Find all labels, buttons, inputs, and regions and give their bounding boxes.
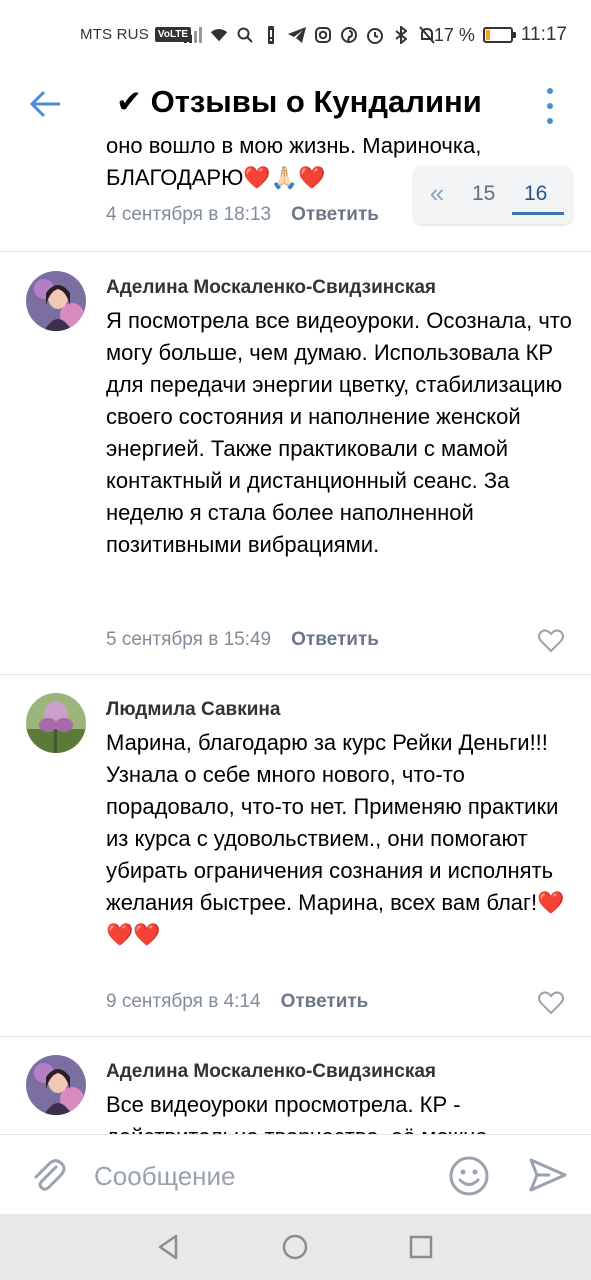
avatar[interactable]: [26, 1055, 86, 1115]
comment-author[interactable]: Аделина Москаленко-Свидзинская: [106, 277, 436, 299]
comment-meta: 9 сентября в 4:14 Ответить: [106, 991, 368, 1013]
more-dot: [547, 103, 553, 109]
nav-back-button[interactable]: [154, 1232, 184, 1262]
smile-icon: [449, 1156, 489, 1196]
pager-active-indicator: [512, 212, 564, 215]
comments-feed[interactable]: оно вошло в мою жизнь. Мариночка, БЛАГОД…: [0, 138, 591, 1134]
pager-page-15[interactable]: 15: [472, 182, 495, 206]
alert-icon: [262, 24, 280, 46]
like-button[interactable]: [538, 991, 564, 1015]
comment-text: Марина, благодарю за курс Рейки Деньги!!…: [106, 730, 565, 947]
nav-recent-icon: [409, 1235, 433, 1259]
comment-meta: 4 сентября в 18:13 Ответить: [106, 204, 379, 226]
pinterest-icon: [340, 24, 358, 46]
pager-prev-button[interactable]: «: [422, 180, 452, 208]
battery-level: [485, 30, 490, 40]
page-switcher: « 15 16: [414, 166, 572, 224]
battery-icon: [482, 27, 516, 43]
comment-text-line: действительно творчество, её можно: [106, 1121, 576, 1134]
system-navbar: [0, 1214, 591, 1280]
page-title: ✔ Отзывы о Кундалини: [116, 84, 482, 119]
reply-button[interactable]: Ответить: [291, 629, 379, 651]
comment-date: 5 сентября в 15:49: [106, 629, 272, 650]
comment-text-line: Все видеоуроки просмотрела. КР -: [106, 1092, 461, 1117]
reply-button[interactable]: Ответить: [291, 204, 379, 226]
paperclip-icon: [34, 1159, 66, 1191]
clock: 11:17: [520, 24, 567, 45]
nav-home-button[interactable]: [280, 1232, 310, 1262]
avatar[interactable]: [26, 271, 86, 331]
nav-back-icon: [158, 1234, 178, 1260]
app-header: ✔ Отзывы о Кундалини: [0, 72, 591, 138]
pager-page-16[interactable]: 16: [524, 182, 547, 206]
signal-icon: [184, 24, 202, 46]
comment-text: Все видеоуроки просмотрела. КР - действи…: [106, 1089, 576, 1134]
comment-author[interactable]: Людмила Савкина: [106, 699, 280, 721]
search-icon: [236, 24, 254, 46]
heart-icon: [538, 991, 564, 1015]
comment-meta: 5 сентября в 15:49 Ответить: [106, 629, 379, 651]
message-composer: [0, 1134, 591, 1214]
comment-text: Я посмотрела все видеоуроки. Осознала, ч…: [106, 308, 572, 557]
back-button[interactable]: [28, 86, 64, 122]
more-button[interactable]: [538, 88, 562, 124]
alarm-icon: [366, 24, 384, 46]
send-icon: [529, 1158, 567, 1192]
battery-clock: 17 % 11:17: [434, 24, 567, 46]
nav-recent-button[interactable]: [406, 1232, 436, 1262]
comment-date: 4 сентября в 18:13: [106, 204, 272, 225]
comment-item: Людмила Савкина Марина, благодарю за кур…: [0, 675, 591, 1037]
nav-home-icon: [282, 1234, 308, 1260]
reply-button[interactable]: Ответить: [281, 991, 369, 1013]
more-vertical-icon: [547, 88, 553, 94]
bluetooth-icon: [392, 24, 410, 46]
send-button[interactable]: [528, 1155, 568, 1195]
emoji-button[interactable]: [448, 1155, 490, 1197]
status-icons: [184, 24, 436, 46]
comment-date: 9 сентября в 4:14: [106, 991, 261, 1012]
status-bar: MTS RUS VoLTE 17 % 11:17: [0, 0, 591, 72]
arrow-left-icon: [29, 90, 60, 118]
heart-icon: [538, 629, 564, 653]
comment-author[interactable]: Аделина Москаленко-Свидзинская: [106, 1061, 436, 1083]
comment-item: Аделина Москаленко-Свидзинская Я посмотр…: [0, 253, 591, 675]
attach-button[interactable]: [28, 1155, 68, 1195]
like-button[interactable]: [538, 629, 564, 653]
instagram-icon: [314, 24, 332, 46]
carrier-name: MTS RUS: [80, 26, 149, 43]
comment-item: Аделина Москаленко-Свидзинская Все видео…: [0, 1037, 591, 1134]
wifi-icon: [210, 24, 228, 46]
battery-percent: 17 %: [433, 24, 475, 45]
avatar[interactable]: [26, 693, 86, 753]
carrier-info: MTS RUS VoLTE: [80, 26, 192, 43]
comment-text-line: оно вошло в мою жизнь. Мариночка,: [106, 138, 482, 158]
telegram-icon: [288, 24, 306, 46]
more-dot: [547, 118, 553, 124]
message-input[interactable]: [94, 1157, 424, 1195]
